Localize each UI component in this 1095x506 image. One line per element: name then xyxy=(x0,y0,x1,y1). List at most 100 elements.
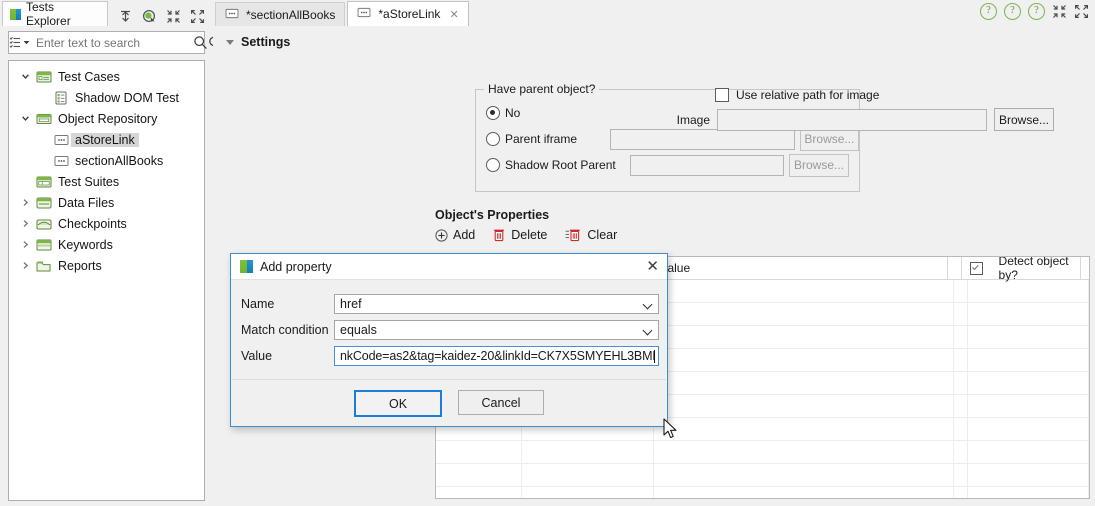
test-object-icon xyxy=(357,7,372,21)
chevron-down-icon[interactable] xyxy=(638,326,658,335)
tree-node-data-files[interactable]: Data Files xyxy=(9,192,204,213)
shadow-root-browse-button[interactable]: Browse... xyxy=(789,153,849,177)
tree-node-shadow-dom-test[interactable]: Shadow DOM Test xyxy=(9,87,204,108)
plus-circle-icon xyxy=(435,228,448,242)
chevron-down-icon[interactable] xyxy=(638,300,658,309)
close-icon[interactable]: ✕ xyxy=(449,8,458,21)
option-row-shadow-root[interactable]: Shadow Root Parent Browse... xyxy=(476,152,859,178)
parent-iframe-input[interactable] xyxy=(610,128,795,150)
close-icon[interactable]: ✕ xyxy=(646,259,659,274)
help-icon[interactable]: ? xyxy=(980,3,997,20)
test-object-icon xyxy=(225,8,240,22)
dialog-buttons: OK Cancel xyxy=(231,390,667,417)
table-row[interactable] xyxy=(436,487,1089,498)
maximize-icon[interactable] xyxy=(1074,4,1089,19)
search-input[interactable] xyxy=(31,34,193,51)
help-icon[interactable]: ? xyxy=(1028,3,1045,20)
add-label: Add xyxy=(453,228,476,242)
tree-node-label: aStoreLink xyxy=(71,132,139,147)
radio-parent-iframe-label: Parent iframe xyxy=(505,132,578,146)
radio-shadow-root-parent[interactable] xyxy=(486,158,500,172)
image-path-input[interactable] xyxy=(717,108,987,131)
collapse-all-icon[interactable] xyxy=(118,9,133,24)
clear-label: Clear xyxy=(587,228,618,242)
tab-tests-explorer[interactable]: Tests Explorer xyxy=(2,0,108,28)
chevron-right-icon[interactable] xyxy=(17,240,34,249)
image-browse-button[interactable]: Browse... xyxy=(994,108,1054,131)
link-with-editor-icon[interactable] xyxy=(142,9,157,24)
tree-node-test-suites[interactable]: Test Suites xyxy=(9,171,204,192)
test-cases-folder-icon xyxy=(34,70,54,84)
field-row-value: Value nkCode=as2&tag=kaidez-20&linkId=CK… xyxy=(231,343,667,369)
tests-explorer-panel: Tests Explorer Enter text to search Test… xyxy=(0,0,222,506)
katalon-logo-icon xyxy=(10,8,21,20)
cancel-button[interactable]: Cancel xyxy=(458,390,544,415)
tree-node-label: Test Cases xyxy=(58,69,120,84)
test-object-icon xyxy=(51,155,71,167)
column-header-detect-object-by[interactable]: Detect object by? xyxy=(962,257,1082,282)
chevron-right-icon[interactable] xyxy=(17,219,34,228)
use-relative-path-row[interactable]: Use relative path for image xyxy=(715,88,879,102)
column-header-value[interactable]: Value xyxy=(652,257,948,279)
shadow-root-input[interactable] xyxy=(630,154,784,176)
tab-astorelink[interactable]: *aStoreLink ✕ xyxy=(347,1,469,26)
chevron-down-icon[interactable] xyxy=(17,72,34,81)
use-relative-path-checkbox[interactable] xyxy=(715,88,729,102)
radio-parent-iframe[interactable] xyxy=(486,132,500,146)
dialog-titlebar: Add property ✕ xyxy=(231,254,667,280)
delete-label: Delete xyxy=(511,228,548,242)
minimize-icon[interactable] xyxy=(1052,4,1067,19)
tree-node-object-repository[interactable]: Object Repository xyxy=(9,108,204,129)
detect-all-checkbox[interactable] xyxy=(969,261,983,275)
tree-node-reports[interactable]: Reports xyxy=(9,255,204,276)
chevron-right-icon[interactable] xyxy=(17,198,34,207)
tree-node-keywords[interactable]: Keywords xyxy=(9,234,204,255)
triangle-down-icon[interactable] xyxy=(226,39,234,45)
settings-section-header[interactable]: Settings xyxy=(213,26,1095,49)
test-object-icon xyxy=(51,134,71,146)
table-row[interactable] xyxy=(436,464,1089,487)
tab-sectionallbooks[interactable]: *sectionAllBooks xyxy=(215,2,346,26)
column-header-trailing xyxy=(1081,257,1089,279)
filter-list-icon[interactable] xyxy=(9,36,22,49)
add-property-dialog[interactable]: Add property ✕ Name href Match condition… xyxy=(230,253,668,427)
collapse-icon[interactable] xyxy=(166,9,181,24)
tree-node-label: Test Suites xyxy=(58,174,120,189)
tree-node-label: Keywords xyxy=(58,237,113,252)
name-combobox[interactable]: href xyxy=(334,294,659,314)
ok-button[interactable]: OK xyxy=(354,390,442,417)
dialog-body: Name href Match condition equals Value n… xyxy=(231,280,667,369)
radio-no[interactable] xyxy=(486,106,500,120)
name-value: href xyxy=(340,297,362,311)
reports-folder-icon xyxy=(34,259,54,273)
tab-tests-explorer-label: Tests Explorer xyxy=(26,0,71,28)
tree-node-sectionallbooks[interactable]: sectionAllBooks xyxy=(9,150,204,171)
magnifier-icon[interactable] xyxy=(193,35,208,50)
data-files-folder-icon xyxy=(34,196,54,210)
test-case-icon xyxy=(51,91,71,105)
tree-node-checkpoints[interactable]: Checkpoints xyxy=(9,213,204,234)
value-input[interactable]: nkCode=as2&tag=kaidez-20&linkId=CK7X5SMY… xyxy=(334,346,659,366)
add-property-button[interactable]: Add xyxy=(435,228,475,242)
value-label: Value xyxy=(241,349,273,363)
search-dropdown-icon[interactable] xyxy=(22,38,31,47)
tree-node-astorelink[interactable]: aStoreLink xyxy=(9,129,204,150)
objects-properties-heading: Object's Properties xyxy=(435,208,550,222)
text-cursor xyxy=(654,349,655,363)
chevron-down-icon[interactable] xyxy=(17,114,34,123)
tree-node-label: Shadow DOM Test xyxy=(75,90,179,105)
tree-node-test-cases[interactable]: Test Cases xyxy=(9,66,204,87)
expand-icon[interactable] xyxy=(190,9,205,24)
tests-explorer-tree[interactable]: Test Cases Shadow DOM Test Object Reposi… xyxy=(8,60,205,501)
chevron-right-icon[interactable] xyxy=(17,261,34,270)
tests-explorer-toolbar xyxy=(108,9,213,26)
editor-header-icons: ? ? ? xyxy=(980,3,1089,20)
clear-properties-button[interactable]: Clear xyxy=(565,228,617,242)
tab-label: *aStoreLink xyxy=(378,7,441,21)
delete-property-button[interactable]: Delete xyxy=(493,228,547,242)
match-condition-combobox[interactable]: equals xyxy=(334,320,659,340)
table-row[interactable] xyxy=(436,441,1089,464)
katalon-studio-window: Tests Explorer Enter text to search Test… xyxy=(0,0,1095,506)
tree-node-label: Data Files xyxy=(58,195,115,210)
help-icon[interactable]: ? xyxy=(1004,3,1021,20)
